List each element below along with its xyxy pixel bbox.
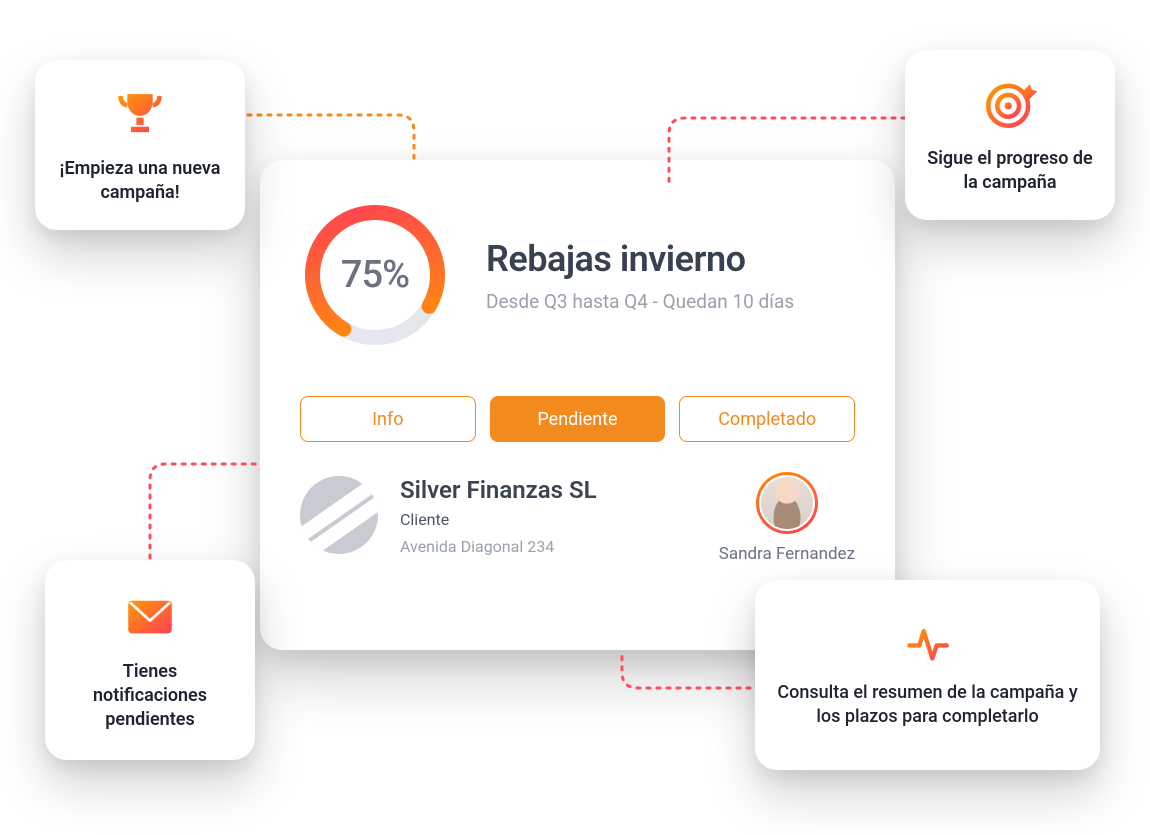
contact-name: Sandra Fernandez [719,544,855,564]
tab-pending[interactable]: Pendiente [490,396,666,442]
callout-label: Consulta el resumen de la campaña y los … [775,681,1080,730]
client-name: Silver Finanzas SL [400,476,697,504]
mail-icon [121,588,179,646]
tabs: Info Pendiente Completado [300,396,855,442]
callout-label: Tienes notificaciones pendientes [65,660,235,733]
callout-label: ¡Empieza una nueva campaña! [55,157,225,206]
tab-completed[interactable]: Completado [679,396,855,442]
client-type: Cliente [400,510,697,529]
contact-block[interactable]: Sandra Fernandez [719,472,855,564]
progress-ring: 75% [300,200,450,350]
client-logo [300,476,378,554]
campaign-card: 75% Rebajas invierno Desde Q3 hasta Q4 -… [260,160,895,650]
progress-label: 75% [300,200,450,350]
trophy-icon [111,85,169,143]
tab-info[interactable]: Info [300,396,476,442]
target-icon [981,75,1039,133]
campaign-title: Rebajas invierno [486,238,855,280]
contact-avatar [756,472,818,534]
callout-notifications[interactable]: Tienes notificaciones pendientes [45,560,255,760]
callout-summary[interactable]: Consulta el resumen de la campaña y los … [755,580,1100,770]
callout-label: Sigue el progreso de la campaña [925,147,1095,196]
activity-icon [905,621,951,667]
callout-progress[interactable]: Sigue el progreso de la campaña [905,50,1115,220]
campaign-subtitle: Desde Q3 hasta Q4 - Quedan 10 días [486,290,855,313]
callout-start-campaign[interactable]: ¡Empieza una nueva campaña! [35,60,245,230]
client-row[interactable]: Silver Finanzas SL Cliente Avenida Diago… [300,476,855,564]
client-address: Avenida Diagonal 234 [400,537,697,556]
